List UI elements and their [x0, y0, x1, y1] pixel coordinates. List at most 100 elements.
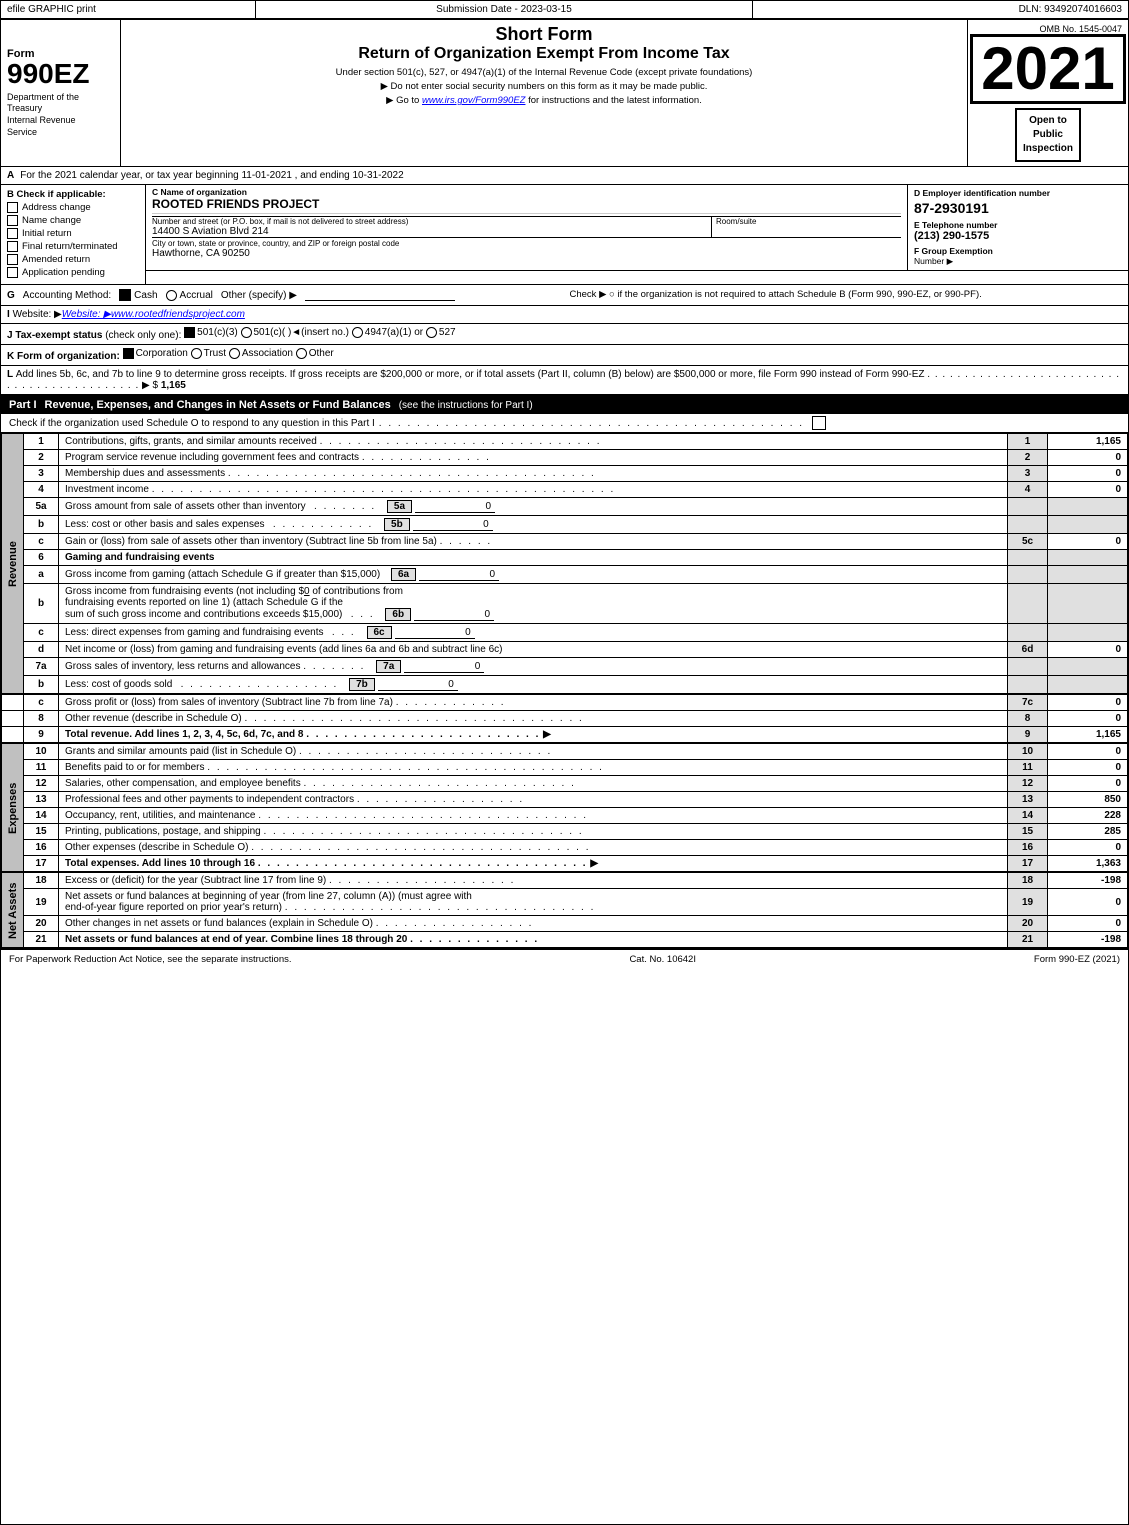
- row1-desc: Contributions, gifts, grants, and simila…: [59, 434, 1008, 450]
- row6c-sub: c: [24, 624, 59, 642]
- row8-desc: Other revenue (describe in Schedule O) .…: [59, 711, 1008, 727]
- row5a-num: 5a: [24, 498, 59, 516]
- row7b-desc: Less: cost of goods sold . . . . . . . .…: [59, 676, 1008, 694]
- row4-amount: 0: [1048, 482, 1128, 498]
- row11-num: 11: [24, 760, 59, 776]
- row5c-linenum: 5c: [1008, 534, 1048, 550]
- section-h: Check ▶ ○ if the organization is not req…: [560, 289, 1123, 300]
- row4-linenum: 4: [1008, 482, 1048, 498]
- table-row: 16 Other expenses (describe in Schedule …: [2, 840, 1128, 856]
- table-row: 9 Total revenue. Add lines 1, 2, 3, 4, 5…: [2, 727, 1128, 743]
- row9-desc: Total revenue. Add lines 1, 2, 3, 4, 5c,…: [59, 727, 1008, 743]
- row6b-desc: Gross income from fundraising events (no…: [59, 584, 1008, 624]
- cash-option[interactable]: Cash: [119, 289, 157, 301]
- name-change-label: Name change: [22, 215, 81, 226]
- section-f-label: F Group Exemption: [914, 246, 1122, 256]
- row6c-amount: [1048, 624, 1128, 642]
- row5c-amount: 0: [1048, 534, 1128, 550]
- row19-amount: 0: [1048, 889, 1128, 916]
- checkbox-address-change[interactable]: Address change: [7, 202, 139, 213]
- checkbox-initial-return-box[interactable]: [7, 228, 18, 239]
- row18-num: 18: [24, 873, 59, 889]
- row6a-desc: Gross income from gaming (attach Schedul…: [59, 566, 1008, 584]
- checkbox-app-pending-box[interactable]: [7, 267, 18, 278]
- row13-num: 13: [24, 792, 59, 808]
- table-row: Revenue 1 Contributions, gifts, grants, …: [2, 434, 1128, 450]
- notice2: ▶ Go to www.irs.gov/Form990EZ for instru…: [129, 95, 959, 106]
- row6a-linenum: [1008, 566, 1048, 584]
- checkbox-app-pending[interactable]: Application pending: [7, 267, 139, 278]
- table-row: b Gross income from fundraising events (…: [2, 584, 1128, 624]
- checkbox-final-return-box[interactable]: [7, 241, 18, 252]
- row6b-amount: [1048, 584, 1128, 624]
- checkbox-amended-box[interactable]: [7, 254, 18, 265]
- row6-desc: Gaming and fundraising events: [59, 550, 1008, 566]
- section-j-text: Tax-exempt status (check only one): 501(…: [15, 330, 455, 341]
- row14-num: 14: [24, 808, 59, 824]
- accrual-option[interactable]: Accrual: [166, 290, 213, 301]
- dln: DLN: 93492074016603: [753, 1, 1128, 18]
- row15-desc: Printing, publications, postage, and shi…: [59, 824, 1008, 840]
- table-row: c Gain or (loss) from sale of assets oth…: [2, 534, 1128, 550]
- section-l-arrow: ▶ $: [142, 380, 158, 391]
- row6b-linenum: [1008, 584, 1048, 624]
- row21-linenum: 21: [1008, 932, 1048, 948]
- row11-desc: Benefits paid to or for members . . . . …: [59, 760, 1008, 776]
- row20-amount: 0: [1048, 916, 1128, 932]
- schedule-o-checkbox[interactable]: [812, 416, 826, 430]
- row15-amount: 285: [1048, 824, 1128, 840]
- checkbox-name-change-box[interactable]: [7, 215, 18, 226]
- row6a-amount: [1048, 566, 1128, 584]
- row17-desc: Total expenses. Add lines 10 through 16 …: [59, 856, 1008, 872]
- net-assets-section-label: Net Assets: [2, 873, 24, 948]
- row8-num: 8: [24, 711, 59, 727]
- row19-desc: Net assets or fund balances at beginning…: [59, 889, 1008, 916]
- checkbox-final-return[interactable]: Final return/terminated: [7, 241, 139, 252]
- table-row: 11 Benefits paid to or for members . . .…: [2, 760, 1128, 776]
- section-l-amount: 1,165: [161, 380, 186, 391]
- row4-desc: Investment income . . . . . . . . . . . …: [59, 482, 1008, 498]
- row6d-desc: Net income or (loss) from gaming and fun…: [59, 642, 1008, 658]
- checkbox-amended[interactable]: Amended return: [7, 254, 139, 265]
- table-row: c Less: direct expenses from gaming and …: [2, 624, 1128, 642]
- checkbox-address-change-box[interactable]: [7, 202, 18, 213]
- row21-amount: -198: [1048, 932, 1128, 948]
- row7b-amount: [1048, 676, 1128, 694]
- checkbox-name-change[interactable]: Name change: [7, 215, 139, 226]
- cash-checkbox[interactable]: [119, 289, 131, 301]
- revenue-section-label: Revenue: [2, 434, 24, 694]
- row16-amount: 0: [1048, 840, 1128, 856]
- row3-desc: Membership dues and assessments . . . . …: [59, 466, 1008, 482]
- initial-return-label: Initial return: [22, 228, 72, 239]
- row18-linenum: 18: [1008, 873, 1048, 889]
- row6d-linenum: 6d: [1008, 642, 1048, 658]
- row20-desc: Other changes in net assets or fund bala…: [59, 916, 1008, 932]
- row21-desc: Net assets or fund balances at end of ye…: [59, 932, 1008, 948]
- notice1: ▶ Do not enter social security numbers o…: [129, 81, 959, 92]
- row2-desc: Program service revenue including govern…: [59, 450, 1008, 466]
- row8-spacer: [2, 711, 24, 727]
- row1-linenum: 1: [1008, 434, 1048, 450]
- table-row: 2 Program service revenue including gove…: [2, 450, 1128, 466]
- section-l-label: L: [7, 369, 16, 380]
- checkbox-initial-return[interactable]: Initial return: [7, 228, 139, 239]
- table-row: 20 Other changes in net assets or fund b…: [2, 916, 1128, 932]
- city-label: City or town, state or province, country…: [152, 239, 901, 248]
- row7c-linenum: 7c: [1008, 695, 1048, 711]
- accrual-radio[interactable]: [166, 290, 177, 301]
- row5c-num: c: [24, 534, 59, 550]
- ein: 87-2930191: [914, 200, 1122, 216]
- city-value: Hawthorne, CA 90250: [152, 248, 901, 259]
- table-row: 4 Investment income . . . . . . . . . . …: [2, 482, 1128, 498]
- row11-linenum: 11: [1008, 760, 1048, 776]
- row7c-spacer: [2, 695, 24, 711]
- row7a-desc: Gross sales of inventory, less returns a…: [59, 658, 1008, 676]
- row5b-linenum: [1008, 516, 1048, 534]
- part1-label: Part I: [9, 399, 37, 411]
- footer-mid: Cat. No. 10642I: [629, 954, 696, 965]
- row6a-sub: a: [24, 566, 59, 584]
- row9-linenum: 9: [1008, 727, 1048, 743]
- row16-num: 16: [24, 840, 59, 856]
- table-row: 3 Membership dues and assessments . . . …: [2, 466, 1128, 482]
- table-row: d Net income or (loss) from gaming and f…: [2, 642, 1128, 658]
